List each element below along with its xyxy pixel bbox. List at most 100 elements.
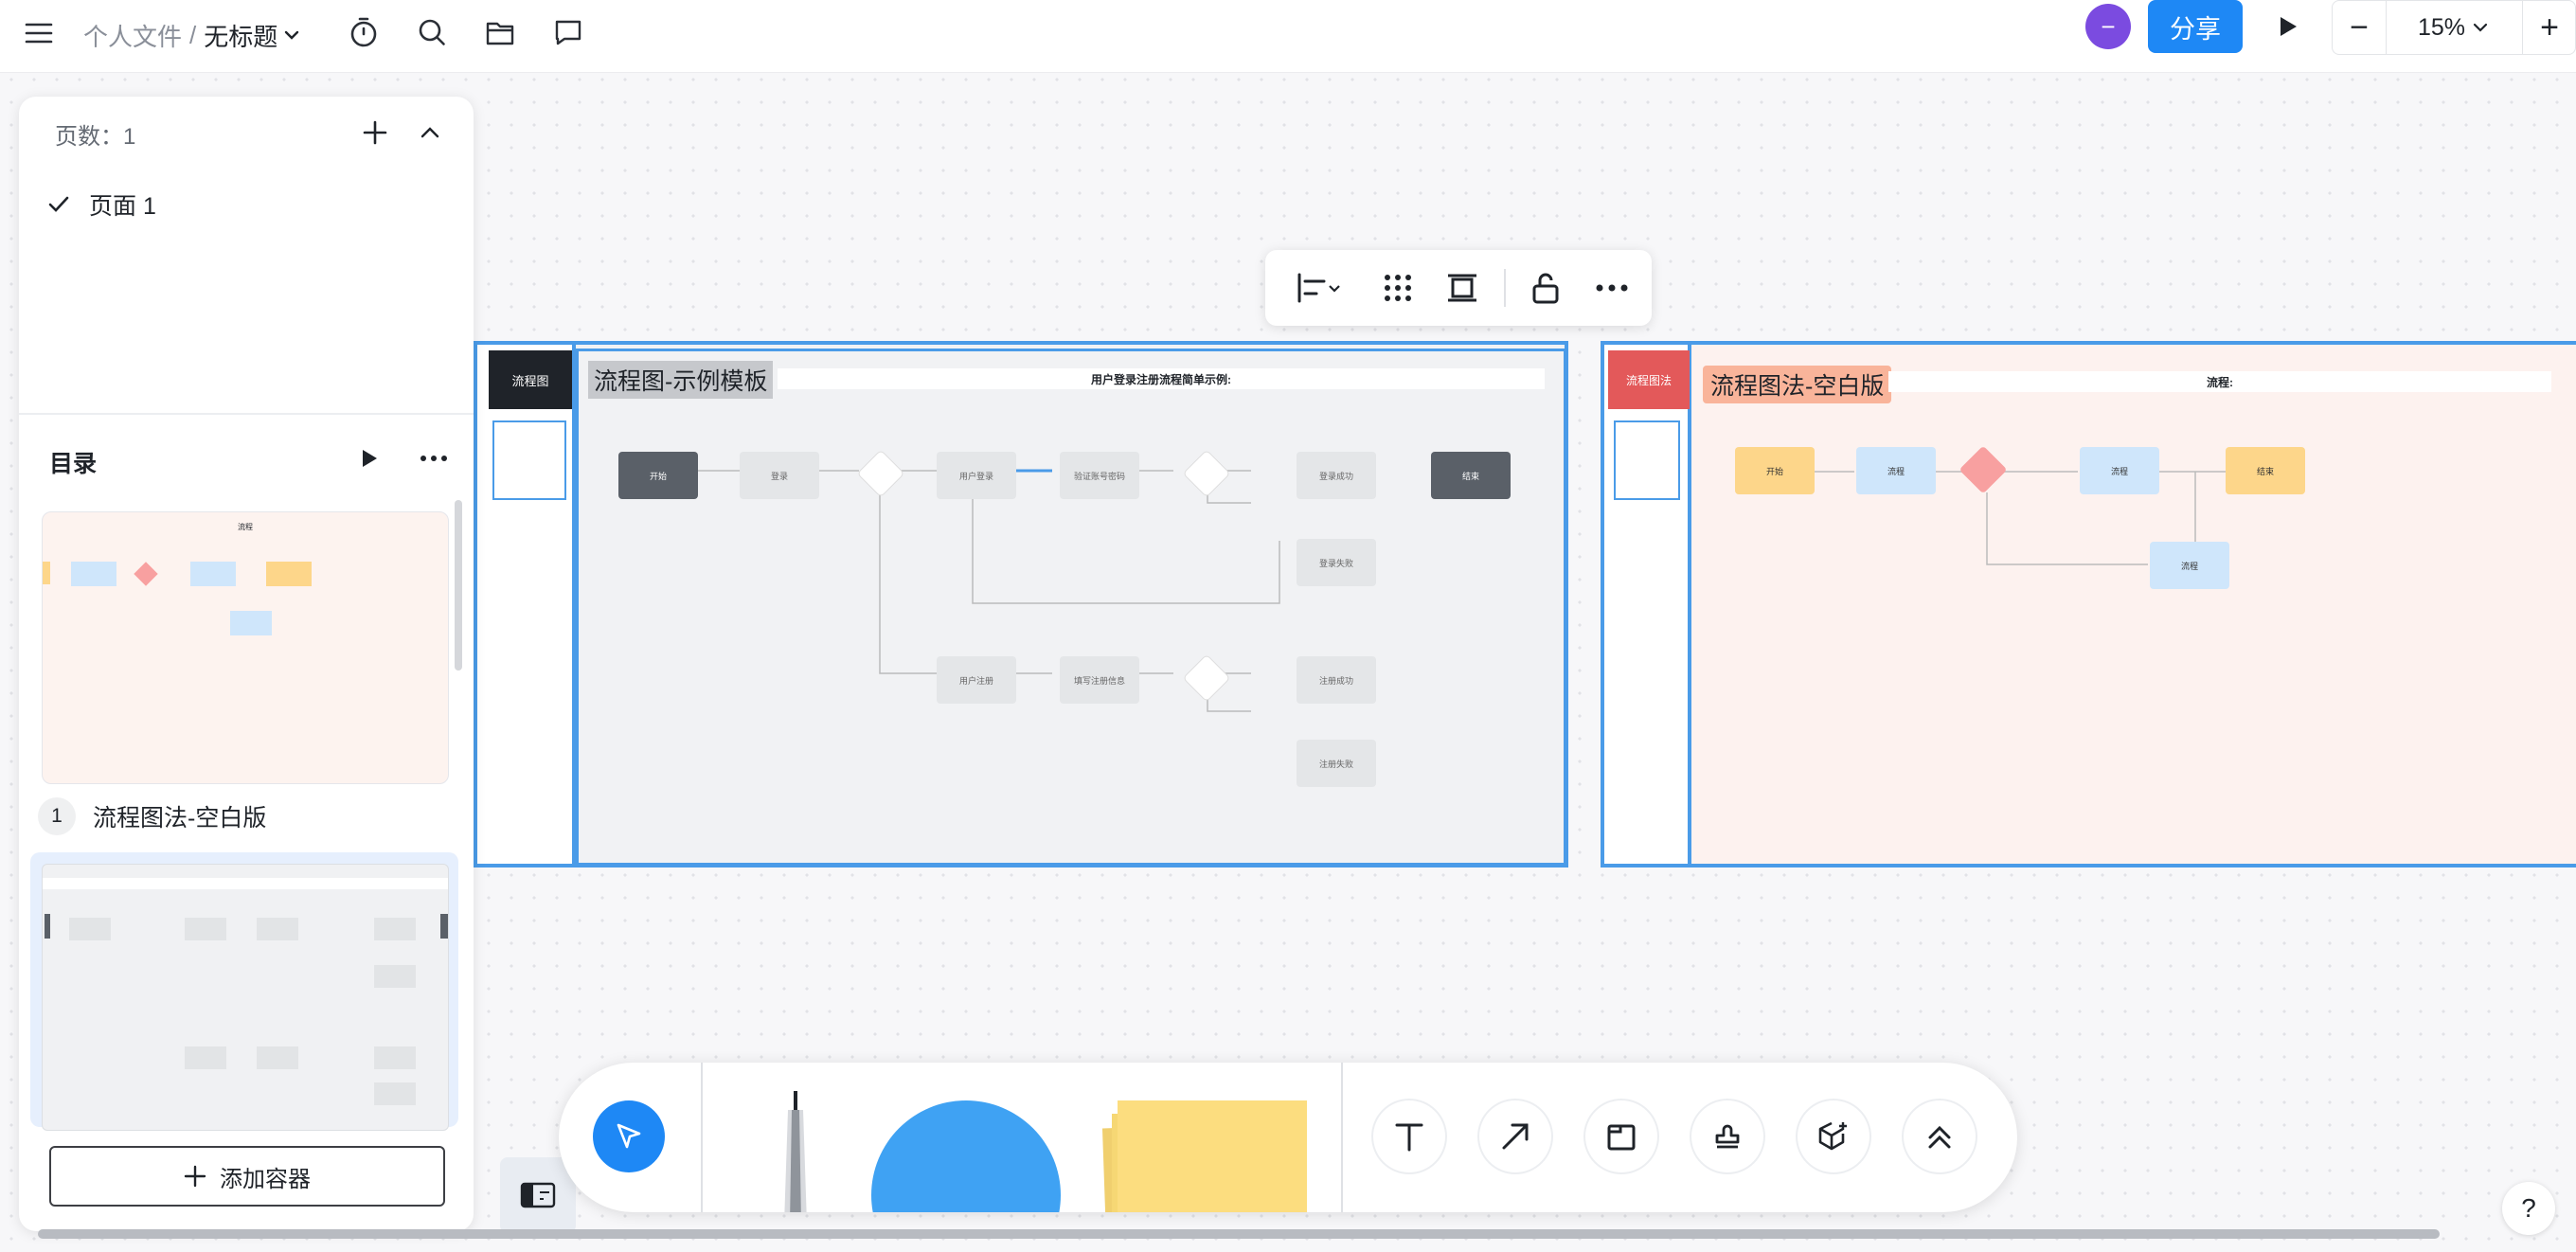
present-icon[interactable] bbox=[2267, 6, 2309, 47]
add-page-icon[interactable] bbox=[356, 114, 394, 152]
toc-item[interactable]: 1 流程图法-空白版 bbox=[38, 794, 455, 839]
thumb-node bbox=[43, 562, 50, 584]
play-icon[interactable] bbox=[350, 439, 388, 477]
more-icon[interactable] bbox=[1587, 265, 1637, 311]
toc-thumbnail-selected[interactable] bbox=[30, 852, 458, 1131]
thumb-node bbox=[374, 1082, 416, 1105]
flow-node[interactable]: 注册失败 bbox=[1297, 740, 1376, 787]
help-label: ? bbox=[2521, 1193, 2536, 1223]
toc-item-number: 1 bbox=[38, 797, 76, 835]
flow-node[interactable]: 开始 bbox=[1735, 447, 1815, 494]
frame-tool[interactable] bbox=[1585, 1100, 1657, 1172]
flow-connectors bbox=[1815, 471, 2227, 565]
pen-icon bbox=[784, 1091, 807, 1212]
folder-icon[interactable] bbox=[479, 11, 521, 53]
more-tools-button[interactable] bbox=[1904, 1100, 1976, 1172]
chevron-down-icon[interactable] bbox=[281, 25, 302, 45]
sticky-note-tool[interactable] bbox=[1101, 1100, 1307, 1212]
toc-thumbnail[interactable]: 流程 bbox=[42, 511, 449, 784]
plus-icon bbox=[184, 1165, 206, 1188]
thumb-node bbox=[45, 914, 50, 939]
frame-icon bbox=[1607, 1124, 1636, 1151]
align-left-icon[interactable] bbox=[1280, 265, 1356, 311]
zoom-in-button[interactable]: + bbox=[2522, 1, 2576, 54]
flow-node[interactable]: 登录成功 bbox=[1297, 452, 1376, 499]
thumb-node bbox=[257, 1046, 298, 1069]
flow-node[interactable]: 登录失败 bbox=[1297, 539, 1376, 586]
search-icon[interactable] bbox=[411, 11, 453, 53]
collapse-icon[interactable] bbox=[411, 114, 449, 152]
grid-icon[interactable] bbox=[1375, 265, 1421, 311]
thumb-node bbox=[374, 918, 416, 940]
flow-node[interactable]: 验证账号密码 bbox=[1060, 452, 1139, 499]
arrow-icon bbox=[1502, 1123, 1529, 1150]
zoom-level-select[interactable]: 15% bbox=[2388, 1, 2520, 54]
check-icon bbox=[48, 196, 69, 212]
thumb-node bbox=[374, 965, 416, 988]
flow-node[interactable]: 流程 bbox=[2080, 447, 2159, 494]
panel-scrollbar[interactable] bbox=[455, 500, 462, 671]
frame-tab-label: 流程图 bbox=[511, 373, 549, 388]
zoom-out-button[interactable]: − bbox=[2333, 1, 2387, 54]
page-item[interactable]: 页面 1 bbox=[47, 184, 445, 225]
flow-node[interactable]: 登录 bbox=[740, 452, 819, 499]
help-button[interactable]: ? bbox=[2502, 1182, 2555, 1235]
thumb-heading: 流程 bbox=[238, 523, 253, 531]
divider bbox=[19, 413, 474, 415]
frame-flowchart-template[interactable]: 流程图 流程图-示例模板 用户登录注册流程简单示例: 开始 登录 用户登录 验证… bbox=[474, 341, 1568, 867]
thumb-node bbox=[257, 918, 298, 940]
breadcrumb-root[interactable]: 个人文件 bbox=[83, 18, 182, 53]
text-tool[interactable] bbox=[1373, 1100, 1445, 1172]
thumb-node bbox=[71, 562, 116, 586]
timer-icon[interactable] bbox=[343, 11, 385, 53]
select-tool[interactable] bbox=[593, 1100, 665, 1172]
shape-tool[interactable] bbox=[871, 1100, 1061, 1212]
chevron-double-up-icon bbox=[1928, 1125, 1951, 1149]
flow-node[interactable]: 流程 bbox=[1856, 447, 1936, 494]
flow-node[interactable]: 用户登录 bbox=[937, 452, 1016, 499]
add-container-label: 添加容器 bbox=[220, 1166, 311, 1192]
flow-node[interactable]: 流程 bbox=[2150, 542, 2229, 589]
thumb-canvas bbox=[42, 864, 449, 1131]
divider bbox=[701, 1063, 703, 1212]
thumb-node bbox=[185, 918, 226, 940]
pages-count: 页数：1 bbox=[55, 124, 136, 150]
flow-node[interactable]: 结束 bbox=[1431, 452, 1511, 499]
flow-node[interactable]: 填写注册信息 bbox=[1060, 656, 1139, 704]
zoom-value: 15% bbox=[2417, 13, 2466, 41]
stamp-tool[interactable] bbox=[1691, 1100, 1763, 1172]
connector-tool[interactable] bbox=[1479, 1100, 1551, 1172]
flow-node[interactable]: 注册成功 bbox=[1297, 656, 1376, 704]
panel-toggle-icon[interactable] bbox=[500, 1157, 576, 1233]
avatar[interactable]: − bbox=[2085, 4, 2131, 49]
doc-title[interactable]: 无标题 bbox=[204, 18, 277, 53]
avatar-symbol: − bbox=[2101, 11, 2116, 41]
menu-icon[interactable] bbox=[19, 13, 59, 53]
pen-tool[interactable] bbox=[777, 1091, 814, 1212]
flow-node[interactable]: 开始 bbox=[618, 452, 698, 499]
add-container-button[interactable]: 添加容器 bbox=[49, 1146, 445, 1207]
frame-content: 流程图-示例模板 用户登录注册流程简单示例: 开始 登录 用户登录 验证账号密码… bbox=[576, 349, 1566, 866]
pages-panel: 页数：1 页面 1 目录 流程 1 流程图法-空白版 添加容器 bbox=[19, 97, 474, 1231]
thumb-header-strip bbox=[43, 878, 448, 889]
3d-object-tool[interactable] bbox=[1798, 1100, 1869, 1172]
thumb-node bbox=[230, 611, 272, 635]
unlock-icon[interactable] bbox=[1523, 265, 1568, 311]
page-label: 页面 1 bbox=[89, 193, 156, 220]
horizontal-scrollbar[interactable] bbox=[38, 1229, 2440, 1239]
frame-fit-icon[interactable] bbox=[1440, 265, 1485, 311]
comment-icon[interactable] bbox=[547, 11, 589, 53]
frame-flowchart-blank[interactable]: 流程图法 流程图法-空白版 流程: 开始 流程 流程 结束 流程 bbox=[1601, 341, 2576, 867]
share-button[interactable]: 分享 bbox=[2148, 0, 2243, 53]
bottom-toolbar bbox=[559, 1063, 2017, 1212]
zoom-control: − 15% + bbox=[2332, 0, 2576, 55]
flow-connectors bbox=[696, 469, 1374, 712]
more-icon[interactable] bbox=[411, 439, 456, 477]
thumb-node bbox=[374, 1046, 416, 1069]
thumb-node bbox=[266, 562, 312, 586]
frame-tab-flowchart[interactable]: 流程图 bbox=[489, 350, 572, 409]
flow-node[interactable]: 用户注册 bbox=[937, 656, 1016, 704]
flow-node[interactable]: 结束 bbox=[2226, 447, 2305, 494]
thumb-node bbox=[69, 918, 111, 940]
thumb-node bbox=[134, 562, 158, 586]
